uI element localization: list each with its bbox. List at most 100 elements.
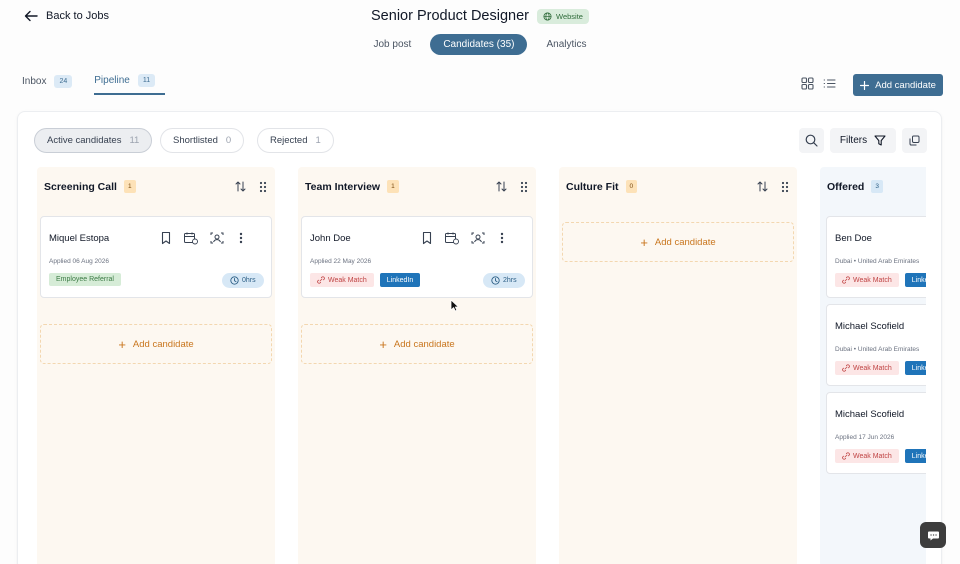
column-header: Culture Fit 0 — [566, 180, 789, 193]
plus-icon: + — [640, 234, 648, 250]
sort-icon[interactable] — [757, 181, 768, 192]
candidate-name: John Doe — [310, 233, 351, 244]
candidate-card[interactable]: John Doe Applied 22 May 2026 Weak Match … — [301, 216, 533, 298]
tab-candidates[interactable]: Candidates (35) — [430, 34, 528, 55]
candidate-subtabs: Inbox 24 Pipeline 11 — [22, 74, 166, 95]
bookmark-icon[interactable] — [420, 231, 434, 245]
candidate-card[interactable]: Michael Scofield Dubai • United Arab Emi… — [826, 304, 926, 386]
candidate-card[interactable]: Ben Doe Dubai • United Arab Emirates Wea… — [826, 216, 926, 298]
candidate-meta: Applied 22 May 2026 — [310, 258, 372, 265]
broken-link-icon — [317, 276, 325, 284]
time-badge: 2hrs — [483, 273, 525, 288]
subtab-pipeline[interactable]: Pipeline 11 — [94, 74, 166, 95]
tab-analytics[interactable]: Analytics — [533, 34, 599, 55]
list-view-icon[interactable] — [823, 77, 836, 90]
time-value: 0hrs — [242, 277, 256, 284]
calendar-icon[interactable] — [183, 231, 199, 245]
candidate-meta: Dubai • United Arab Emirates — [835, 346, 920, 353]
scan-icon[interactable] — [470, 231, 486, 245]
collapse-button[interactable] — [902, 128, 927, 153]
time-badge: 0hrs — [222, 273, 264, 288]
count-badge: 24 — [54, 75, 73, 88]
more-vertical-icon[interactable] — [235, 231, 247, 245]
add-candidate-button[interactable]: Add candidate — [853, 74, 943, 96]
page-title: Senior Product Designer — [371, 8, 529, 24]
match-tag: Weak Match — [835, 273, 899, 287]
drag-handle-icon[interactable] — [520, 181, 528, 193]
add-slot-label: Add candidate — [654, 236, 716, 248]
column-header: Offered 3 — [827, 180, 926, 193]
chip-label: Rejected — [270, 135, 308, 146]
filter-chip-shortlisted[interactable]: Shortlisted 0 — [160, 128, 245, 153]
clock-icon — [491, 276, 500, 285]
chip-count: 11 — [129, 135, 140, 146]
column-culture-fit: Culture Fit 0 + Add candidate — [559, 167, 797, 564]
count-badge: 11 — [137, 74, 156, 87]
calendar-icon[interactable] — [444, 231, 460, 245]
collapse-icon — [909, 135, 920, 146]
time-value: 2hrs — [503, 277, 517, 284]
drag-handle-icon[interactable] — [781, 181, 789, 193]
column-count: 1 — [387, 180, 399, 193]
pipeline-panel: Active candidates 11 Shortlisted 0 Rejec… — [17, 111, 942, 564]
column-header: Team Interview 1 — [305, 180, 528, 193]
search-button[interactable] — [799, 128, 824, 153]
source-badge: Website — [537, 8, 589, 24]
scan-icon[interactable] — [209, 231, 225, 245]
bookmark-icon[interactable] — [159, 231, 173, 245]
chip-label: Shortlisted — [173, 135, 218, 146]
broken-link-icon — [842, 276, 850, 284]
plus-icon: + — [379, 336, 387, 352]
add-candidate-label: Add candidate — [875, 79, 936, 91]
job-header: Senior Product Designer Website — [0, 8, 960, 24]
column-title: Screening Call — [44, 180, 117, 193]
match-tag: Weak Match — [835, 449, 899, 463]
candidate-card[interactable]: Miquel Estopa Applied 06 Aug 2026 Employ… — [40, 216, 272, 298]
card-actions — [159, 231, 247, 245]
candidate-card[interactable]: Michael Scofield Applied 17 Jun 2026 Wea… — [826, 392, 926, 474]
plus-icon: + — [118, 336, 126, 352]
add-candidate-slot[interactable]: + Add candidate — [40, 324, 272, 364]
column-count: 0 — [625, 180, 638, 193]
chat-widget-button[interactable] — [920, 522, 946, 548]
globe-icon — [543, 11, 552, 21]
broken-link-icon — [842, 364, 850, 372]
source-badge-label: Website — [556, 11, 583, 21]
match-label: Weak Match — [328, 276, 367, 284]
candidate-name: Ben Doe — [835, 233, 872, 244]
column-count: 3 — [871, 180, 883, 193]
match-label: Weak Match — [853, 452, 892, 460]
plus-icon — [860, 80, 870, 90]
column-title: Culture Fit — [566, 180, 619, 193]
candidate-name: Michael Scofield — [835, 321, 905, 332]
candidate-meta: Applied 17 Jun 2026 — [835, 434, 895, 441]
more-vertical-icon[interactable] — [496, 231, 508, 245]
job-tabs: Job post Candidates (35) Analytics — [0, 34, 960, 55]
chip-count: 1 — [315, 135, 321, 146]
clock-icon — [230, 276, 239, 285]
filter-chip-rejected[interactable]: Rejected 1 — [257, 128, 334, 153]
column-count: 1 — [123, 180, 136, 193]
add-candidate-slot[interactable]: + Add candidate — [562, 222, 794, 262]
candidate-name: Miquel Estopa — [49, 233, 110, 244]
filter-chip-active[interactable]: Active candidates 11 — [34, 128, 153, 153]
subtab-label: Pipeline — [94, 75, 130, 86]
search-icon — [805, 134, 818, 147]
match-tag: Weak Match — [310, 273, 374, 287]
chip-label: Active candidates — [47, 135, 122, 146]
column-offered: Offered 3 Ben Doe Dubai • United Arab Em… — [820, 167, 926, 564]
drag-handle-icon[interactable] — [259, 181, 267, 193]
tab-job-post[interactable]: Job post — [361, 34, 425, 55]
subtab-inbox[interactable]: Inbox 24 — [22, 74, 73, 95]
filters-button[interactable]: Filters — [830, 128, 896, 153]
pipeline-board: Screening Call 1 Miquel Estopa Applied 0… — [37, 167, 926, 564]
mouse-cursor-icon — [450, 299, 459, 312]
sort-icon[interactable] — [235, 181, 246, 192]
view-toggle — [801, 77, 836, 90]
chip-count: 0 — [225, 135, 232, 146]
source-tag: LinkedIn — [379, 273, 421, 287]
sort-icon[interactable] — [496, 181, 507, 192]
add-candidate-slot[interactable]: + Add candidate — [301, 324, 533, 364]
grid-view-icon[interactable] — [801, 77, 814, 90]
column-header: Screening Call 1 — [44, 180, 267, 193]
